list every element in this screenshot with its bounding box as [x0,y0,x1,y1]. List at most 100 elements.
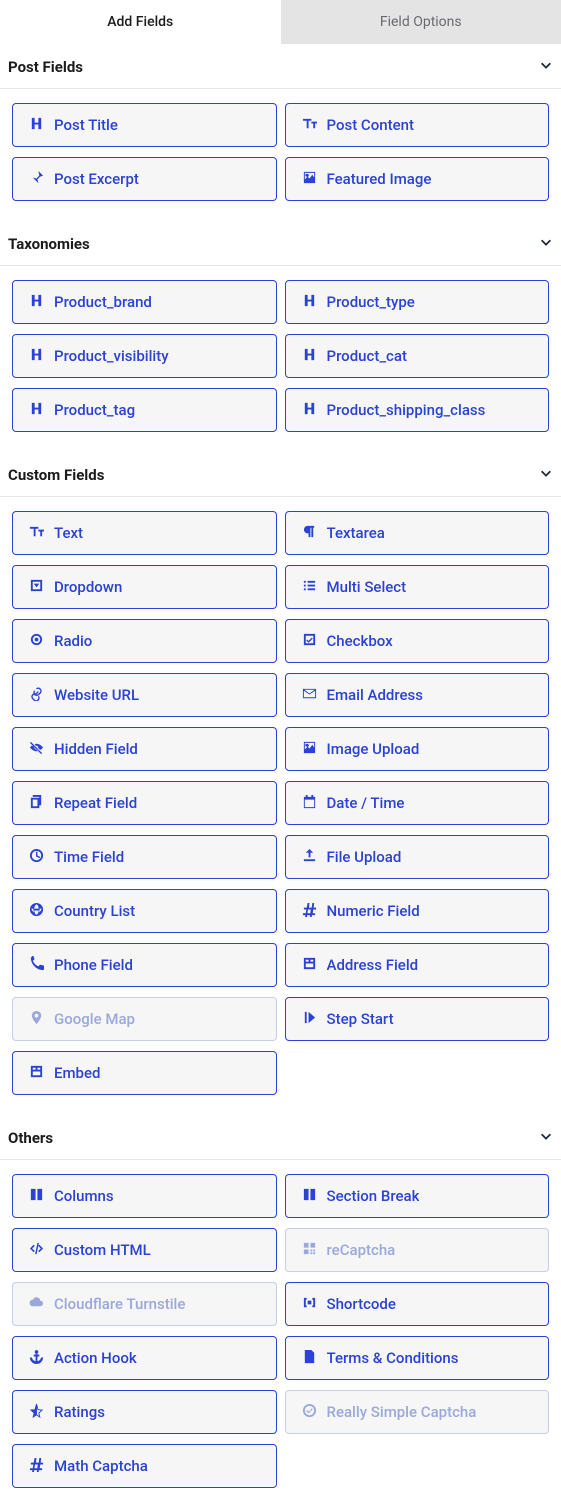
field-grid: Text Textarea Dropdown Multi SelectRadio Che… [0,511,561,1105]
field-item[interactable]: Post Title [12,103,277,147]
field-item[interactable]: Product_brand [12,280,277,324]
hash-icon [302,902,327,921]
field-item[interactable]: Product_shipping_class [285,388,550,432]
field-grid: Post Title Post Content Post Excerpt Featur… [0,103,561,211]
phone-icon [29,956,54,975]
textsize-icon [302,116,327,135]
field-item[interactable]: Multi Select [285,565,550,609]
field-item[interactable]: Columns [12,1174,277,1218]
field-item-label: Website URL [54,686,139,704]
upload-icon [302,848,327,867]
field-item[interactable]: Embed [12,1051,277,1095]
field-item-label: Date / Time [327,794,405,812]
textsize-icon [29,524,54,543]
field-item[interactable]: Custom HTML [12,1228,277,1272]
section-header[interactable]: Post Fields [0,44,561,89]
field-item[interactable]: Shortcode [285,1282,550,1326]
field-item[interactable]: Checkbox [285,619,550,663]
address-icon [29,1064,54,1083]
field-item-label: Repeat Field [54,794,137,812]
field-item-label: Embed [54,1064,100,1082]
dropdown-icon [29,578,54,597]
field-item[interactable]: Dropdown [12,565,277,609]
field-item-label: Columns [54,1187,114,1205]
heading-icon [29,116,54,135]
field-item-label: File Upload [327,848,402,866]
tab-field-options[interactable]: Field Options [281,0,561,44]
field-item-label: Custom HTML [54,1241,151,1259]
hash-icon [29,1457,54,1476]
field-item-label: Time Field [54,848,124,866]
globe-icon [29,902,54,921]
field-item[interactable]: Math Captcha [12,1444,277,1488]
tab-label: Add Fields [107,14,173,30]
field-item[interactable]: Step Start [285,997,550,1041]
field-item: Really Simple Captcha [285,1390,550,1434]
columns-icon [302,1187,327,1206]
field-item-label: Text [54,524,83,542]
field-item[interactable]: Date / Time [285,781,550,825]
heading-icon [29,347,54,366]
field-item[interactable]: Website URL [12,673,277,717]
section-title: Taxonomies [8,235,90,253]
field-item[interactable]: Featured Image [285,157,550,201]
field-item[interactable]: Product_cat [285,334,550,378]
field-item-label: Checkbox [327,632,393,650]
field-item[interactable]: Country List [12,889,277,933]
field-item-label: Product_type [327,293,415,311]
field-item-label: Math Captcha [54,1457,148,1475]
field-item[interactable]: Address Field [285,943,550,987]
section-header[interactable]: Taxonomies [0,221,561,266]
tab-bar: Add Fields Field Options [0,0,561,44]
field-item[interactable]: Post Content [285,103,550,147]
section-header[interactable]: Others [0,1115,561,1160]
tab-add-fields[interactable]: Add Fields [0,0,281,44]
para-icon [302,524,327,543]
chevron-down-icon [539,466,553,484]
field-item[interactable]: Product_type [285,280,550,324]
field-item[interactable]: Time Field [12,835,277,879]
columns-icon [29,1187,54,1206]
field-item-label: Post Title [54,116,118,134]
field-item-label: Terms & Conditions [327,1349,459,1367]
anchor-icon [29,1349,54,1368]
field-item-label: Section Break [327,1187,420,1205]
field-item-label: Dropdown [54,578,122,596]
field-item[interactable]: Email Address [285,673,550,717]
field-item[interactable]: Image Upload [285,727,550,771]
address-icon [302,956,327,975]
eyeoff-icon [29,740,54,759]
field-item[interactable]: Phone Field [12,943,277,987]
section-header[interactable]: Custom Fields [0,452,561,497]
field-item-label: Featured Image [327,170,432,188]
heading-icon [29,293,54,312]
field-item[interactable]: File Upload [285,835,550,879]
field-item[interactable]: Section Break [285,1174,550,1218]
field-item[interactable]: Product_visibility [12,334,277,378]
field-item[interactable]: Text [12,511,277,555]
field-item[interactable]: Repeat Field [12,781,277,825]
pushpin-icon [29,170,54,189]
heading-icon [302,347,327,366]
field-item[interactable]: Action Hook [12,1336,277,1380]
field-item-label: Image Upload [327,740,420,758]
field-item-label: Textarea [327,524,385,542]
field-item[interactable]: Ratings [12,1390,277,1434]
field-item[interactable]: Hidden Field [12,727,277,771]
code-icon [29,1241,54,1260]
field-item-label: Address Field [327,956,419,974]
field-item[interactable]: Terms & Conditions [285,1336,550,1380]
field-item-label: Email Address [327,686,424,704]
field-item-label: Really Simple Captcha [327,1403,477,1421]
short-icon [302,1295,327,1314]
field-item-label: Post Content [327,116,414,134]
field-item[interactable]: Radio [12,619,277,663]
field-item[interactable]: Post Excerpt [12,157,277,201]
field-item[interactable]: Textarea [285,511,550,555]
field-item[interactable]: Product_tag [12,388,277,432]
heading-icon [29,401,54,420]
field-item[interactable]: Numeric Field [285,889,550,933]
field-item-label: Post Excerpt [54,170,139,188]
envelope-icon [302,686,327,705]
section-title: Post Fields [8,58,83,76]
